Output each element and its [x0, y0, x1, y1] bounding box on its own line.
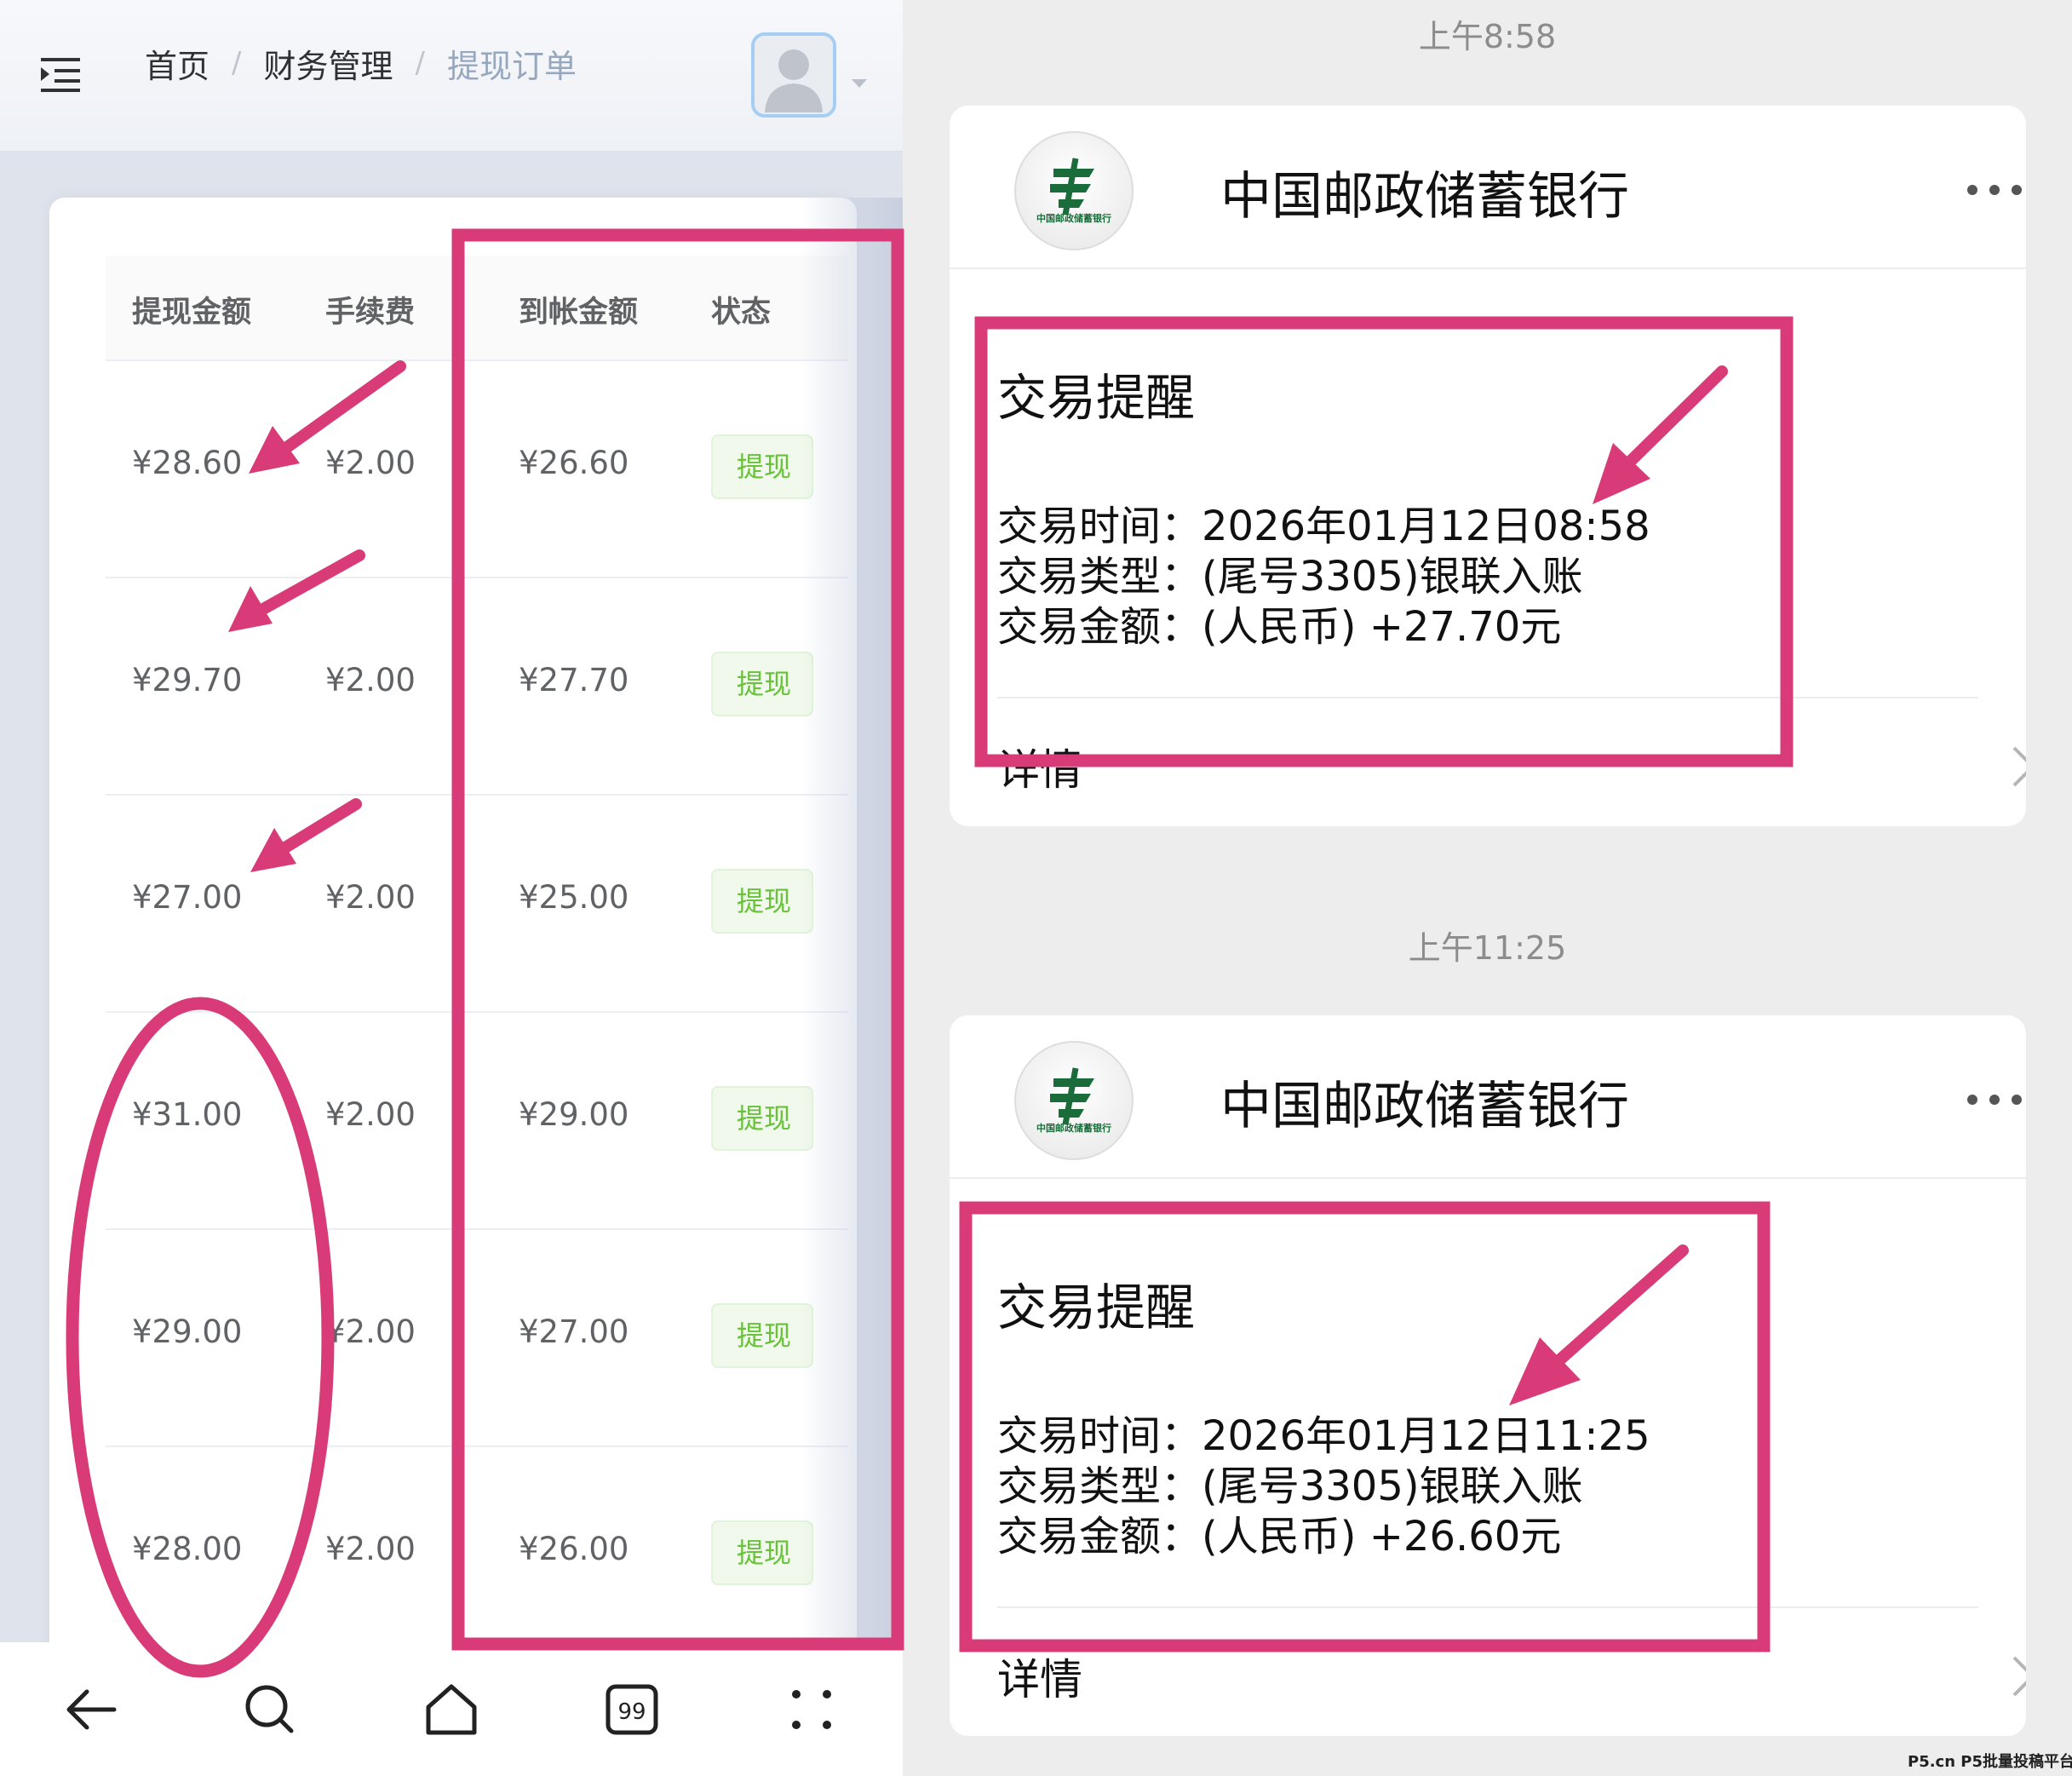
bank-name: 中国邮政储蓄银行 [1220, 167, 1629, 227]
chevron-right-icon [2012, 746, 2026, 787]
cell-amount: ¥29.70 [132, 662, 243, 698]
status-badge: 提现 [711, 1520, 813, 1585]
status-badge: 提现 [711, 1303, 813, 1368]
header-received: 到帐金额 [519, 296, 639, 330]
cell-fee: ¥2.00 [325, 662, 416, 698]
breadcrumb-separator: / [232, 46, 242, 80]
divider [997, 1606, 1978, 1608]
cell-received: ¥26.00 [519, 1531, 629, 1567]
cell-received: ¥27.00 [519, 1313, 629, 1350]
logo-caption: 中国邮政储蓄银行 [1036, 1123, 1111, 1134]
wechat-chat-panel: 上午8:58 中国邮政储蓄银行 中国邮政储蓄银行 交易提醒 交易时间：2026年… [903, 0, 2072, 1776]
header-status: 状态 [711, 296, 772, 330]
transaction-amount: 交易金额：(人民币) +26.60元 [997, 1513, 1562, 1560]
cell-received: ¥26.60 [519, 445, 629, 481]
cell-amount: ¥31.00 [132, 1096, 243, 1133]
withdrawal-table: 提现金额 手续费 到帐金额 状态 ¥28.60 ¥2.00 ¥26.60 提现 … [106, 256, 848, 1776]
bank-message-card[interactable]: 中国邮政储蓄银行 中国邮政储蓄银行 交易提醒 交易时间：2026年01月12日0… [950, 106, 2026, 826]
browser-bottom-navbar: 99 [0, 1642, 903, 1776]
bank-message-card[interactable]: 中国邮政储蓄银行 中国邮政储蓄银行 交易提醒 交易时间：2026年01月12日1… [950, 1015, 2026, 1736]
table-row: ¥29.00 ¥2.00 ¥27.00 提现 [106, 1230, 848, 1447]
message-header: 中国邮政储蓄银行 中国邮政储蓄银行 [950, 106, 2026, 269]
table-row: ¥28.00 ¥2.00 ¥26.00 提现 [106, 1447, 848, 1664]
table-card: 提现金额 手续费 到帐金额 状态 ¥28.60 ¥2.00 ¥26.60 提现 … [49, 198, 857, 1776]
cell-received: ¥25.00 [519, 879, 629, 916]
status-badge: 提现 [711, 652, 813, 716]
avatar-dropdown-caret-icon[interactable] [852, 79, 867, 88]
breadcrumb: 首页 / 财务管理 / 提现订单 [145, 37, 577, 89]
message-timestamp: 上午11:25 [1408, 929, 1567, 967]
withdrawal-admin-panel: 首页 / 财务管理 / 提现订单 提现金额 手续费 到帐金额 状态 ¥28.60… [0, 0, 903, 1776]
cell-fee: ¥2.00 [325, 1096, 416, 1133]
cell-amount: ¥28.60 [132, 445, 243, 481]
breadcrumb-home[interactable]: 首页 [145, 40, 209, 87]
cell-amount: ¥28.00 [132, 1531, 243, 1567]
postal-logo-icon [1050, 1067, 1094, 1125]
message-header: 中国邮政储蓄银行 中国邮政储蓄银行 [950, 1015, 2026, 1179]
table-row: ¥28.60 ¥2.00 ¥26.60 提现 [106, 361, 848, 578]
user-avatar-icon [755, 36, 833, 114]
cell-amount: ¥27.00 [132, 879, 243, 916]
status-badge: 提现 [711, 869, 813, 934]
header-fee: 手续费 [325, 296, 416, 330]
menu-fold-icon[interactable] [41, 56, 80, 94]
screenshot-composite: 首页 / 财务管理 / 提现订单 提现金额 手续费 到帐金额 状态 ¥28.60… [0, 0, 2072, 1776]
details-link[interactable]: 详情 [997, 736, 1082, 797]
breadcrumb-separator: / [415, 46, 425, 80]
cell-received: ¥29.00 [519, 1096, 629, 1133]
postal-logo-icon [1050, 158, 1094, 216]
tabs-count-icon[interactable]: 99 [602, 1680, 662, 1739]
cell-fee: ¥2.00 [325, 1531, 416, 1567]
logo-caption: 中国邮政储蓄银行 [1036, 213, 1111, 224]
table-row: ¥27.00 ¥2.00 ¥25.00 提现 [106, 796, 848, 1013]
status-badge: 提现 [711, 1086, 813, 1151]
scroll-shade [801, 198, 903, 1646]
breadcrumb-finance[interactable]: 财务管理 [263, 40, 393, 87]
avatar[interactable] [751, 32, 836, 118]
more-options-icon[interactable] [1966, 184, 2023, 196]
search-icon[interactable] [240, 1680, 300, 1739]
status-badge: 提现 [711, 434, 813, 499]
watermark: P5.cn P5批量投稿平台 [1908, 1753, 2072, 1771]
back-arrow-icon[interactable] [61, 1680, 121, 1739]
cell-fee: ¥2.00 [325, 1313, 416, 1350]
tabs-count: 99 [617, 1699, 646, 1725]
postal-bank-logo: 中国邮政储蓄银行 [1014, 131, 1134, 250]
message-title: 交易提醒 [997, 1279, 1196, 1336]
table-row: ¥29.70 ¥2.00 ¥27.70 提现 [106, 578, 848, 796]
header-amount: 提现金额 [132, 296, 252, 330]
message-timestamp: 上午8:58 [1418, 18, 1557, 55]
table-row: ¥31.00 ¥2.00 ¥29.00 提现 [106, 1013, 848, 1230]
more-dots-icon[interactable] [782, 1680, 841, 1739]
message-title: 交易提醒 [997, 369, 1196, 427]
more-options-icon[interactable] [1966, 1094, 2023, 1106]
cell-received: ¥27.70 [519, 662, 629, 698]
chevron-right-icon [2012, 1656, 2026, 1697]
transaction-amount: 交易金额：(人民币) +27.70元 [997, 603, 1562, 651]
cell-fee: ¥2.00 [325, 445, 416, 481]
bank-name: 中国邮政储蓄银行 [1220, 1077, 1629, 1136]
breadcrumb-current: 提现订单 [446, 47, 577, 85]
postal-bank-logo: 中国邮政储蓄银行 [1014, 1041, 1134, 1160]
home-icon[interactable] [422, 1680, 481, 1739]
table-header: 提现金额 手续费 到帐金额 状态 [106, 256, 848, 361]
cell-amount: ¥29.00 [132, 1313, 243, 1350]
details-link[interactable]: 详情 [997, 1646, 1082, 1707]
top-navbar: 首页 / 财务管理 / 提现订单 [0, 0, 903, 152]
divider [997, 697, 1978, 698]
cell-fee: ¥2.00 [325, 879, 416, 916]
